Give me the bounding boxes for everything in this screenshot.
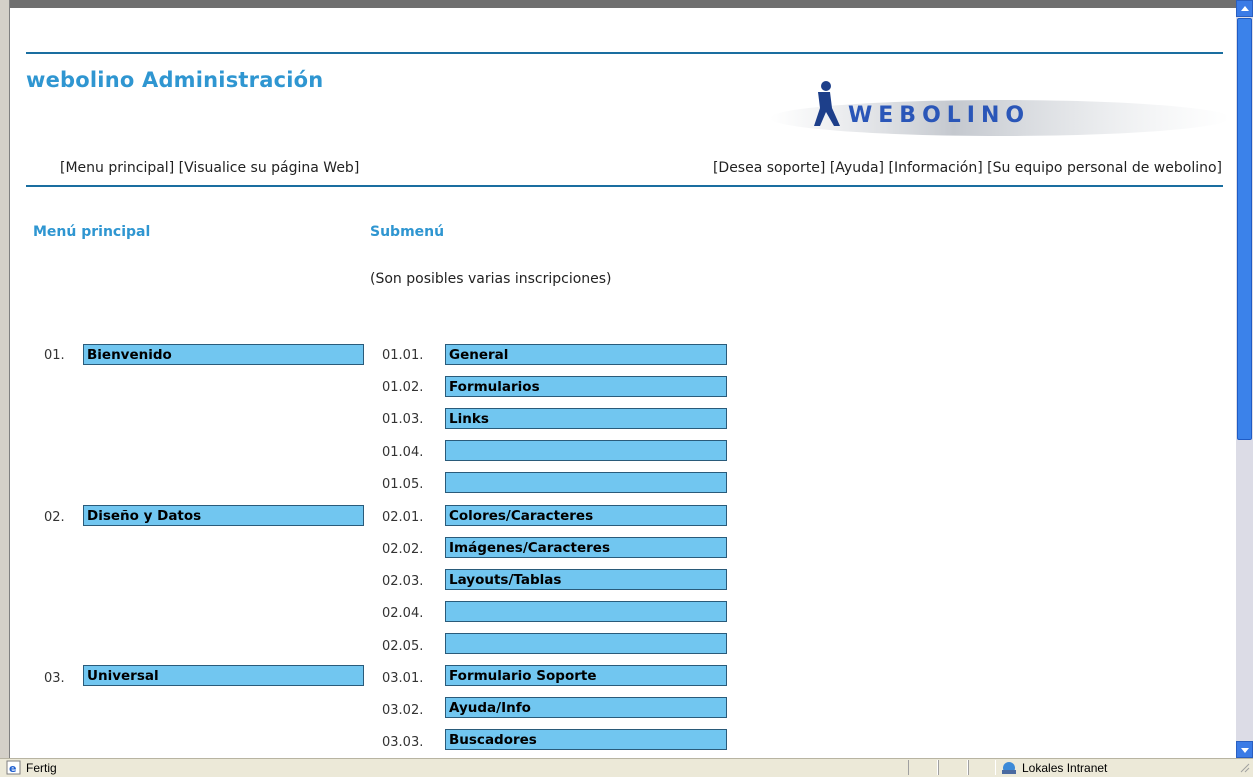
nav-link-equipo[interactable]: [Su equipo personal de webolino] — [987, 160, 1222, 176]
scrollbar-thumb[interactable] — [1237, 18, 1252, 440]
sub-item-number: 02.02. — [382, 542, 424, 557]
nav-link-menu-principal[interactable]: [Menu principal] — [60, 160, 174, 176]
status-text: Fertig — [26, 761, 57, 775]
nav-link-visualice-pagina[interactable]: [Visualice su página Web] — [179, 160, 360, 176]
resize-grip-icon[interactable] — [1238, 761, 1250, 773]
main-item-field[interactable]: Diseño y Datos — [83, 505, 364, 526]
sub-item-number: 01.01. — [382, 348, 424, 363]
nav-link-soporte[interactable]: [Desea soporte] — [713, 160, 825, 176]
sub-item-number: 02.04. — [382, 606, 424, 621]
ie-page-icon: e — [6, 760, 21, 775]
submenu-note: (Son posibles varias inscripciones) — [370, 271, 612, 287]
sub-item-field[interactable]: General — [445, 344, 727, 365]
nav-left: [Menu principal] [Visualice su página We… — [60, 160, 359, 176]
sub-item-field[interactable]: Links — [445, 408, 727, 429]
sub-item-field[interactable] — [445, 440, 727, 461]
nav-link-informacion[interactable]: [Información] — [888, 160, 982, 176]
sub-item-field[interactable] — [445, 601, 727, 622]
intranet-zone-icon — [1002, 762, 1016, 774]
page-title: webolino Administración — [26, 68, 324, 92]
sub-item-number: 03.02. — [382, 703, 424, 718]
sub-item-number: 03.01. — [382, 671, 424, 686]
submenu-heading: Submenú — [370, 224, 445, 240]
sub-item-number: 01.03. — [382, 412, 424, 427]
sub-item-number: 01.05. — [382, 477, 424, 492]
status-segment — [938, 760, 968, 775]
sub-item-field[interactable]: Layouts/Tablas — [445, 569, 727, 590]
sub-item-number: 02.03. — [382, 574, 424, 589]
sub-item-field[interactable]: Formularios — [445, 376, 727, 397]
page-content: webolino Administración WEBOLINO [Menu p… — [10, 8, 1236, 758]
scroll-down-button[interactable] — [1236, 741, 1253, 758]
arrow-down-icon — [1241, 748, 1249, 753]
nav-link-ayuda[interactable]: [Ayuda] — [830, 160, 884, 176]
sub-item-number: 01.02. — [382, 380, 424, 395]
sub-item-number: 01.04. — [382, 445, 424, 460]
sub-item-number: 03.03. — [382, 735, 424, 750]
header-rule-top — [26, 52, 1223, 54]
sub-item-number: 02.05. — [382, 639, 424, 654]
window-top-border — [0, 0, 1253, 8]
window-left-border — [0, 0, 10, 758]
main-item-field[interactable]: Bienvenido — [83, 344, 364, 365]
sub-item-field[interactable]: Ayuda/Info — [445, 697, 727, 718]
sub-item-field[interactable]: Imágenes/Caracteres — [445, 537, 727, 558]
svg-text:e: e — [9, 762, 16, 775]
sub-item-field[interactable]: Formulario Soporte — [445, 665, 727, 686]
nav-right: [Desea soporte] [Ayuda] [Información] [S… — [713, 160, 1222, 176]
sub-item-number: 02.01. — [382, 510, 424, 525]
webolino-logo: WEBOLINO — [770, 81, 1230, 136]
sub-item-field[interactable]: Colores/Caracteres — [445, 505, 727, 526]
main-menu-heading: Menú principal — [33, 224, 151, 240]
svg-text:WEBOLINO: WEBOLINO — [848, 103, 1030, 128]
sub-item-field[interactable]: Buscadores — [445, 729, 727, 750]
security-zone-label: Lokales Intranet — [1022, 761, 1108, 775]
status-bar: e Fertig Lokales Intranet — [0, 758, 1253, 777]
main-item-field[interactable]: Universal — [83, 665, 364, 686]
status-segment — [908, 760, 938, 775]
status-segment — [968, 760, 996, 775]
arrow-up-icon — [1241, 6, 1249, 11]
scroll-up-button[interactable] — [1236, 0, 1253, 17]
sub-item-field[interactable] — [445, 472, 727, 493]
sub-item-field[interactable] — [445, 633, 727, 654]
header-rule-bottom — [26, 185, 1223, 187]
